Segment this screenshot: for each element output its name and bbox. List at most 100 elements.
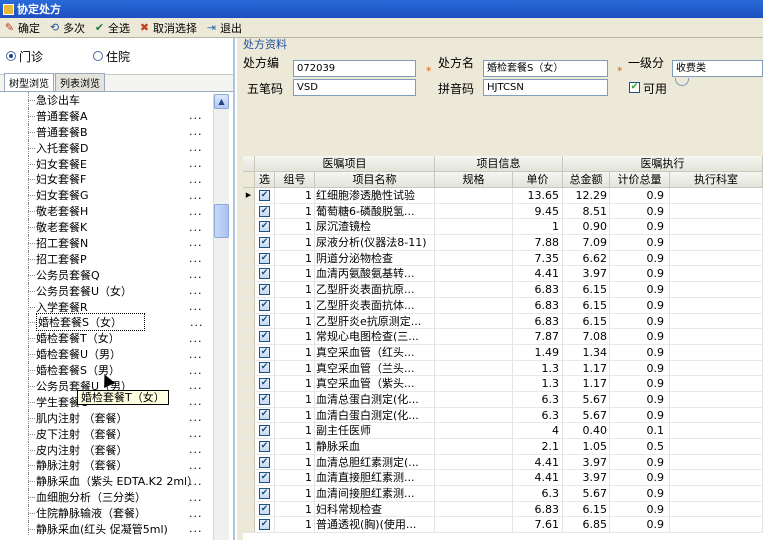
row-checkbox[interactable]: ✔ (259, 299, 270, 311)
row-select-cell[interactable]: ✔ (255, 282, 275, 297)
tree-item[interactable]: 入学套餐R... (0, 298, 233, 315)
tree-item[interactable]: 急诊出车 (0, 92, 233, 108)
multi-button[interactable]: ⟲ 多次 (48, 20, 85, 36)
col-select[interactable]: 选 (255, 172, 275, 188)
scroll-up-icon[interactable]: ▲ (214, 94, 229, 109)
row-checkbox[interactable]: ✔ (259, 409, 270, 421)
table-row[interactable]: ✔ 1 葡萄糖6-磷酸脱氢... 9.45 8.51 0.9 (243, 203, 763, 220)
table-row[interactable]: ✔ 1 真空采血管（紫头... 1.3 1.17 0.9 (243, 376, 763, 392)
row-select-cell[interactable]: ✔ (255, 313, 275, 329)
row-select-cell[interactable]: ✔ (255, 517, 275, 533)
tree-item-more[interactable]: ... (189, 379, 203, 392)
tree-item[interactable]: 招工套餐P... (0, 250, 233, 267)
row-select-cell[interactable]: ✔ (255, 423, 275, 438)
table-row[interactable]: ✔ 1 常规心电图检查(三... 7.87 7.08 0.9 (243, 329, 763, 345)
tree-item[interactable]: 公务员套餐U（女）... (0, 282, 233, 299)
table-row[interactable]: ✔ 1 尿液分析(仪器法8-11) 7.88 7.09 0.9 (243, 235, 763, 251)
tree-item-more[interactable]: ... (189, 427, 203, 440)
tree-item-more[interactable]: ... (189, 173, 203, 186)
tree-item[interactable]: 入托套餐D... (0, 139, 233, 156)
row-checkbox[interactable]: ✔ (259, 519, 270, 531)
row-select-cell[interactable]: ✔ (255, 454, 275, 470)
row-select-cell[interactable]: ✔ (255, 391, 275, 407)
tree-item-more[interactable]: ... (189, 348, 203, 361)
tree-item[interactable]: 普通套餐B... (0, 123, 233, 140)
tree-item[interactable]: 敬老套餐K... (0, 219, 233, 236)
tree-item-more[interactable]: ... (189, 395, 203, 408)
level-input[interactable]: 收费类 (672, 60, 763, 77)
row-checkbox[interactable]: ✔ (259, 487, 270, 499)
tab-tree-view[interactable]: 树型浏览 (4, 73, 54, 91)
tree-item[interactable]: 公务员套餐Q... (0, 266, 233, 283)
col-total[interactable]: 总金额 (563, 172, 610, 188)
tree-item[interactable]: 普通套餐A... (0, 107, 233, 124)
tree-item[interactable]: 妇女套餐E... (0, 155, 233, 172)
row-select-cell[interactable]: ✔ (255, 407, 275, 423)
tree-item-more[interactable]: ... (189, 300, 203, 313)
row-checkbox[interactable]: ✔ (259, 456, 270, 468)
row-select-cell[interactable]: ✔ (255, 501, 275, 517)
radio-inpatient[interactable]: 住院 (93, 48, 130, 65)
row-select-cell[interactable]: ✔ (255, 235, 275, 250)
table-row[interactable]: ✔ 1 真空采血管（兰头... 1.3 1.17 0.9 (243, 360, 763, 377)
tree-item-more[interactable]: ... (189, 507, 203, 520)
table-row[interactable]: ✔ 1 阴道分泌物检查 7.35 6.62 0.9 (243, 250, 763, 267)
tree-item[interactable]: 婚检套餐U（男）... (0, 346, 233, 363)
row-checkbox[interactable]: ✔ (259, 425, 270, 437)
tree-item[interactable]: 肌内注射 （套餐）... (0, 409, 233, 426)
row-select-cell[interactable]: ✔ (255, 219, 275, 235)
row-checkbox[interactable]: ✔ (259, 346, 270, 358)
row-select-cell[interactable]: ✔ (255, 439, 275, 454)
tree-item[interactable]: 婚检套餐T（女）... (0, 330, 233, 347)
tree-item-more[interactable]: ... (189, 221, 203, 234)
tree-item[interactable]: 妇女套餐G... (0, 187, 233, 204)
row-select-cell[interactable]: ✔ (255, 344, 275, 360)
tree-item[interactable]: 静脉采血(红头 促凝管5ml)... (0, 521, 233, 535)
table-row[interactable]: ✔ 1 副主任医师 4 0.40 0.1 (243, 423, 763, 439)
pinyin-input[interactable]: HJTCSN (483, 79, 608, 96)
deselect-button[interactable]: ✖ 取消选择 (138, 20, 197, 36)
row-select-cell[interactable]: ✔ (255, 470, 275, 486)
tree-item[interactable]: 敬老套餐H... (0, 203, 233, 220)
tree-item-more[interactable]: ... (189, 364, 203, 377)
tree-item[interactable]: 皮下注射 （套餐）... (0, 425, 233, 442)
row-checkbox[interactable]: ✔ (259, 331, 270, 343)
row-checkbox[interactable]: ✔ (259, 268, 270, 280)
row-checkbox[interactable]: ✔ (259, 283, 270, 295)
row-select-cell[interactable]: ✔ (255, 297, 275, 313)
table-row[interactable]: ✔ 1 静脉采血 2.1 1.05 0.5 (243, 439, 763, 455)
col-group[interactable]: 组号 (275, 172, 315, 188)
row-select-cell[interactable]: ✔ (255, 329, 275, 344)
select-all-button[interactable]: ✔ 全选 (93, 20, 130, 36)
row-checkbox[interactable]: ✔ (259, 503, 270, 515)
row-checkbox[interactable]: ✔ (259, 362, 270, 374)
row-select-cell[interactable]: ✔ (255, 266, 275, 282)
tree-item-more[interactable]: ... (189, 475, 203, 488)
row-checkbox[interactable]: ✔ (259, 393, 270, 405)
row-select-cell[interactable]: ✔ (255, 203, 275, 219)
tree-item[interactable]: 婚检套餐S（女）... (0, 313, 233, 332)
table-row[interactable]: ▶ ✔ 1 红细胞渗透脆性试验 13.65 12.29 0.9 (243, 188, 763, 204)
scroll-thumb[interactable] (214, 204, 229, 238)
tree-item-more[interactable]: ... (189, 189, 203, 202)
tab-list-view[interactable]: 列表浏览 (55, 73, 105, 91)
tree-item[interactable]: 婚检套餐S（男）... (0, 362, 233, 379)
tree-item-more[interactable]: ... (189, 268, 203, 281)
tree-item[interactable]: 皮内注射 （套餐）... (0, 441, 233, 458)
col-spec[interactable]: 规格 (435, 172, 513, 188)
code-input[interactable]: 072039 (293, 60, 416, 77)
tree-item-more[interactable]: ... (189, 125, 203, 138)
tree-item-more[interactable]: ... (189, 284, 203, 297)
row-select-cell[interactable]: ✔ (255, 486, 275, 501)
tree-scrollbar[interactable]: ▲ (213, 94, 229, 540)
table-row[interactable]: ✔ 1 尿沉渣镜检 1 0.90 0.9 (243, 219, 763, 236)
enabled-checkbox[interactable]: ✔ (629, 82, 640, 93)
row-checkbox[interactable]: ✔ (259, 189, 270, 201)
confirm-button[interactable]: ✎ 确定 (3, 20, 40, 36)
tree-item-more[interactable]: ... (189, 522, 203, 535)
tree-item-more[interactable]: ... (189, 205, 203, 218)
row-select-cell[interactable]: ✔ (255, 360, 275, 376)
radio-outpatient[interactable]: 门诊 (6, 48, 43, 65)
exit-button[interactable]: ⇥ 退出 (205, 20, 242, 36)
table-row[interactable]: ✔ 1 乙型肝炎e抗原测定... 6.83 6.15 0.9 (243, 313, 763, 330)
